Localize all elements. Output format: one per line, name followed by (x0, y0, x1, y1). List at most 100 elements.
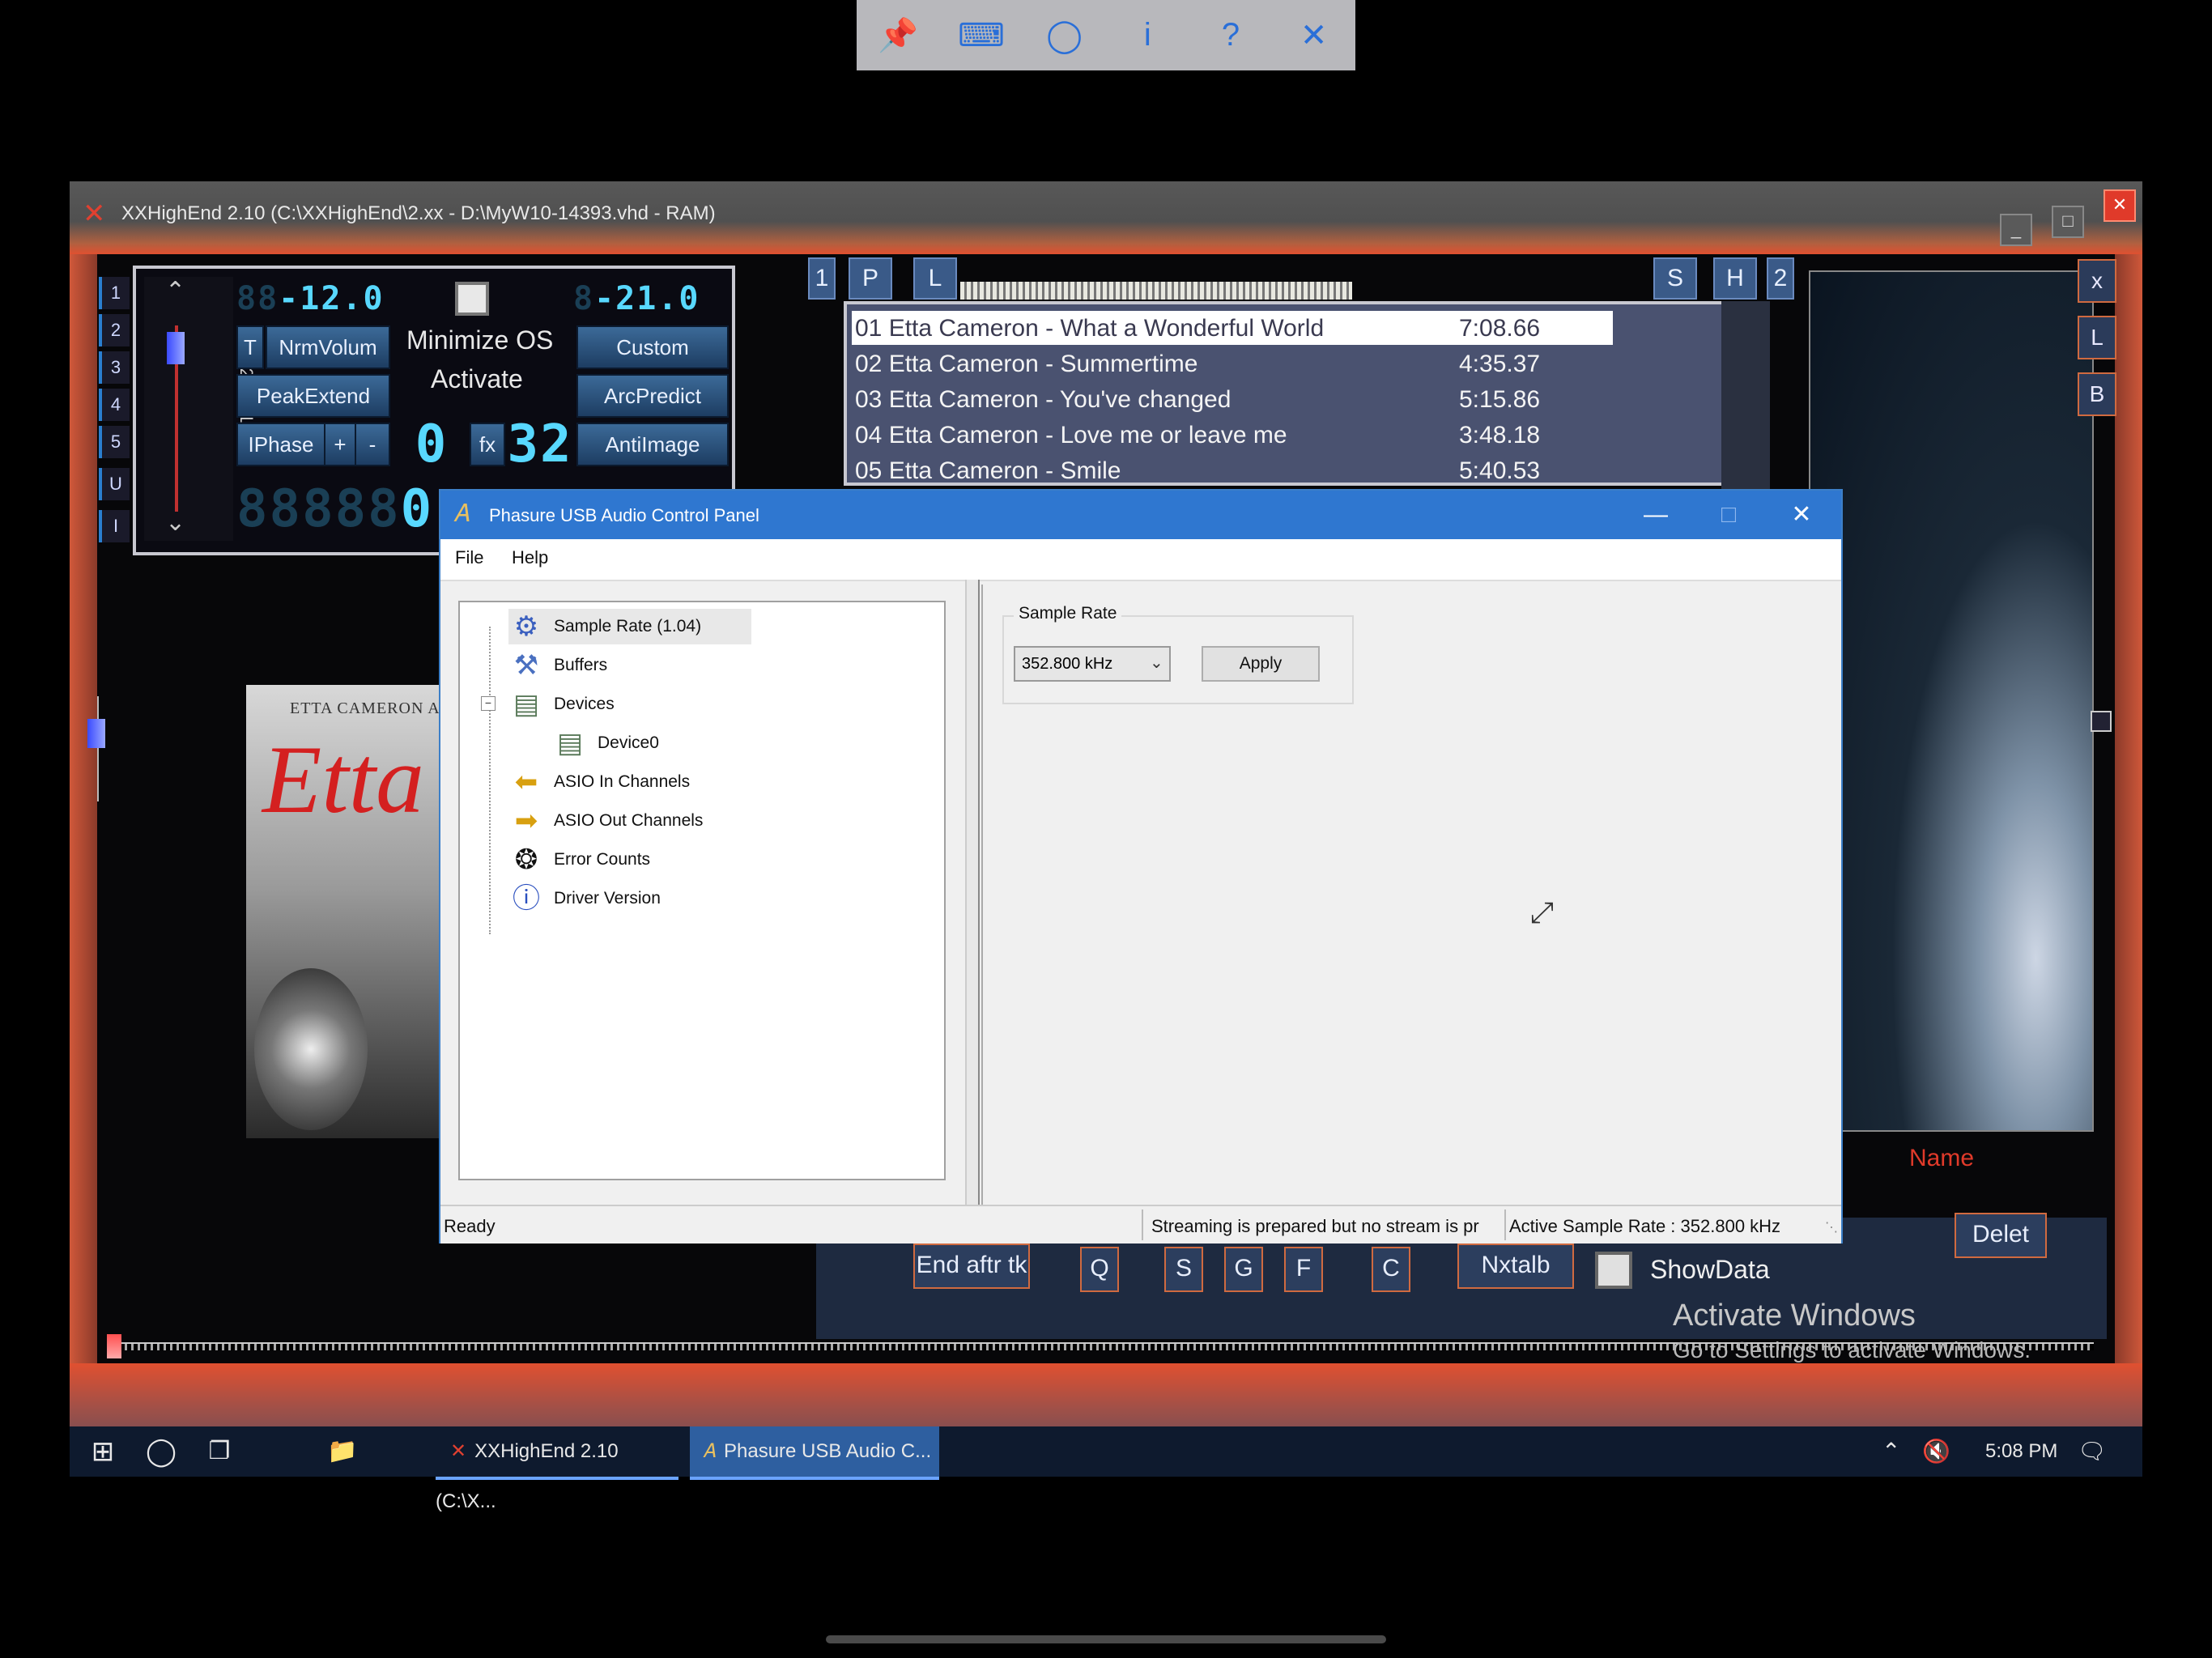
balance-slider[interactable] (87, 696, 117, 801)
windows-start-icon[interactable]: ⊞ (83, 1426, 123, 1477)
nrmvolum-button[interactable]: NrmVolum (266, 325, 390, 369)
sample-rate-select[interactable]: 352.800 kHz ⌄ (1014, 646, 1171, 682)
tree-view: − ⚙ Sample Rate (1.04) ⚒ Buffers ▤ Devic… (458, 601, 946, 1180)
track-row[interactable]: 03 Etta Cameron - You've changed 5:15.86 (852, 382, 1613, 416)
side-x-button[interactable]: x (2078, 259, 2116, 303)
preset-button-i[interactable]: I (99, 510, 130, 542)
menu-help[interactable]: Help (512, 547, 548, 568)
preset-button-4[interactable]: 4 (99, 389, 130, 421)
minus-button[interactable]: - (355, 423, 390, 466)
tree-expander[interactable]: − (481, 696, 496, 711)
tree-node-buffers[interactable]: ⚒ Buffers (508, 648, 751, 683)
playlist-2-button[interactable]: 2 (1767, 257, 1794, 300)
close-icon[interactable]: ✕ (1286, 17, 1342, 54)
preset-button-1[interactable]: 1 (99, 277, 130, 309)
clock[interactable]: 5:08 PM (1985, 1426, 2057, 1477)
minimize-os-label: Minimize OS (406, 325, 554, 355)
plus-button[interactable]: + (324, 423, 356, 466)
end-after-track-button[interactable]: End aftr tk (913, 1244, 1030, 1289)
balance-knob[interactable] (87, 719, 105, 748)
tree-node-error-counts[interactable]: ❂ Error Counts (508, 842, 751, 878)
tree-label: Error Counts (554, 850, 651, 869)
chevron-up-icon[interactable]: ⌃ (1882, 1426, 1900, 1477)
showdata-checkbox[interactable] (1595, 1252, 1632, 1289)
dialog-title: Phasure USB Audio Control Panel (489, 505, 759, 525)
dialog-close-button[interactable]: ✕ (1765, 497, 1838, 533)
g-button[interactable]: G (1224, 1247, 1263, 1292)
tree-node-asio-out[interactable]: ➡ ASIO Out Channels (508, 803, 751, 839)
custom-button[interactable]: Custom (576, 325, 729, 369)
delete-button[interactable]: Delet (1955, 1213, 2047, 1258)
chevron-up-icon[interactable]: ⌃ (165, 277, 185, 305)
tree-node-driver-version[interactable]: ⓘ Driver Version (508, 881, 751, 916)
info-icon[interactable]: i (1119, 17, 1176, 53)
f-button[interactable]: F (1284, 1247, 1323, 1292)
apply-button[interactable]: Apply (1202, 646, 1320, 682)
playlist-l-button[interactable]: L (913, 257, 957, 300)
volume-slider[interactable]: ⌃ ⌄ -12.0|-21.0 (144, 277, 257, 541)
track-row[interactable]: 02 Etta Cameron - Summertime 4:35.37 (852, 346, 1613, 380)
arcpredict-button[interactable]: ArcPredict (576, 374, 729, 418)
playlist-1-button[interactable]: 1 (808, 257, 836, 300)
preset-button-5[interactable]: 5 (99, 426, 130, 458)
seek-handle[interactable] (107, 1334, 121, 1358)
photo-scroll-handle[interactable] (2091, 711, 2112, 732)
s-button[interactable]: S (1164, 1247, 1203, 1292)
minimize-os-toggle[interactable] (455, 282, 489, 316)
activate-label[interactable]: Activate (431, 364, 523, 394)
taskbar-xxhighend[interactable]: ✕ XXHighEnd 2.10 (C:\X... (436, 1426, 678, 1512)
track-row[interactable]: 01 Etta Cameron - What a Wonderful World… (852, 311, 1613, 345)
next-album-button[interactable]: Nxtalb (1457, 1244, 1574, 1289)
volume-muted-icon[interactable]: 🔇 (1922, 1426, 1950, 1477)
iphase-button[interactable]: IPhase (236, 423, 325, 466)
q-button[interactable]: Q (1080, 1247, 1119, 1292)
track-duration: 5:15.86 (1459, 386, 1541, 413)
xx-maximize-button[interactable]: □ (2052, 206, 2084, 238)
side-b-button[interactable]: B (2078, 372, 2116, 416)
tree-node-device0[interactable]: ▤ Device0 (552, 725, 795, 761)
mouse-icon[interactable]: ◯ (1036, 17, 1093, 54)
tree-node-devices[interactable]: ▤ Devices (508, 687, 751, 722)
preset-button-3[interactable]: 3 (99, 351, 130, 384)
action-center-icon[interactable]: 🗨 (2078, 1426, 2107, 1477)
tree-node-asio-in[interactable]: ⬅ ASIO In Channels (508, 764, 751, 800)
volume-knob[interactable] (167, 332, 185, 364)
xx-app-icon: ✕ (83, 198, 106, 229)
tree-node-sample-rate[interactable]: ⚙ Sample Rate (1.04) (508, 609, 751, 644)
t-button[interactable]: T (236, 325, 264, 369)
side-l-button[interactable]: L (2078, 316, 2116, 359)
dialog-minimize-button[interactable]: — (1619, 497, 1692, 533)
sample-rate-group-label: Sample Rate (1014, 604, 1122, 623)
taskbar-phasure[interactable]: 𝛢 Phasure USB Audio C... (690, 1426, 939, 1480)
xx-window-title: XXHighEnd 2.10 (C:\XXHighEnd\2.xx - D:\M… (121, 202, 716, 224)
playlist-progress (960, 282, 1352, 300)
size-grip-icon[interactable]: ⋱ (1825, 1219, 1838, 1235)
search-icon[interactable]: ◯ (141, 1426, 181, 1477)
splitter[interactable] (965, 580, 980, 1206)
chevron-down-icon[interactable]: ⌄ (165, 508, 185, 537)
playlist-s-button[interactable]: S (1653, 257, 1697, 300)
pin-icon[interactable]: 📌 (870, 16, 926, 54)
xx-right-edge (2115, 254, 2142, 1477)
xx-minimize-button[interactable]: _ (2000, 214, 2032, 246)
menu-file[interactable]: File (455, 547, 483, 568)
keyboard-icon[interactable]: ⌨ (953, 17, 1010, 54)
preset-button-u[interactable]: U (99, 468, 130, 500)
album-cover-caption: Etta Cameron and (290, 699, 457, 717)
c-button[interactable]: C (1372, 1247, 1410, 1292)
xx-close-button[interactable]: ✕ (2104, 189, 2136, 222)
help-icon[interactable]: ? (1202, 17, 1259, 53)
fx-button[interactable]: fx (470, 423, 505, 466)
playlist-p-button[interactable]: P (849, 257, 892, 300)
file-explorer-icon[interactable]: 📁 (322, 1426, 363, 1477)
status-active-rate: Active Sample Rate : 352.800 kHz (1509, 1216, 1781, 1236)
dialog-maximize-button[interactable]: □ (1692, 497, 1765, 533)
track-row[interactable]: 04 Etta Cameron - Love me or leave me 3:… (852, 418, 1613, 452)
track-row[interactable]: 05 Etta Cameron - Smile 5:40.53 (852, 453, 1613, 487)
antiimage-button[interactable]: AntiImage (576, 423, 729, 466)
playlist-h-button[interactable]: H (1713, 257, 1757, 300)
preset-button-2[interactable]: 2 (99, 314, 130, 346)
tree-label: Buffers (554, 656, 608, 674)
task-view-icon[interactable]: ❐ (199, 1426, 240, 1477)
peakextend-button[interactable]: PeakExtend (236, 374, 390, 418)
